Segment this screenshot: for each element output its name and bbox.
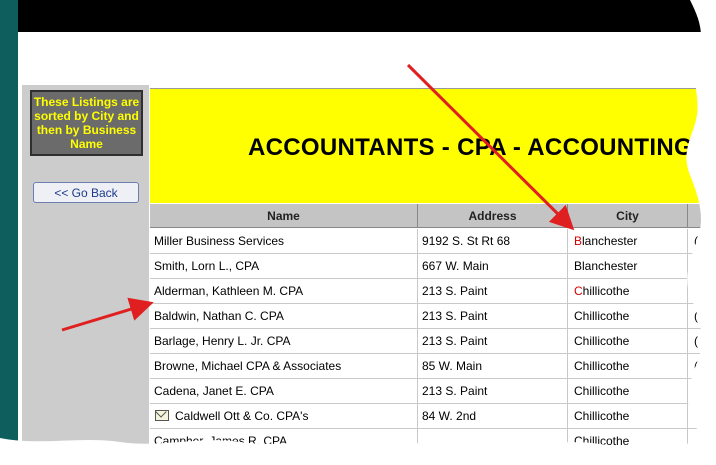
page-title: ACCOUNTANTS - CPA - ACCOUNTING	[248, 134, 693, 161]
phone-cell: (	[694, 309, 698, 323]
city-text: Chillicothe	[574, 409, 630, 423]
city-text: lanchester	[582, 234, 638, 248]
table-row[interactable]: Smith, Lorn L., CPA 667 W. Main Blancheste…	[150, 254, 716, 279]
city-cell: Chillicothe	[568, 354, 688, 378]
city-text: Chillicothe	[574, 384, 630, 398]
phone-cell: (7	[694, 284, 705, 298]
table-row[interactable]: Campher, James R. CPA Chillicothe	[150, 429, 716, 454]
phone-cell: (9	[694, 259, 705, 273]
phone-cell: (	[694, 359, 698, 373]
business-name-text: Caldwell Ott & Co. CPA's	[175, 409, 309, 423]
city-cell: Chillicothe	[568, 329, 688, 353]
city-cell: Blanchester	[568, 254, 688, 278]
city-text: Chillicothe	[574, 309, 630, 323]
business-name-text: Alderman, Kathleen M. CPA	[154, 284, 304, 298]
phone-cell	[688, 429, 716, 453]
business-name-cell[interactable]: Campher, James R. CPA	[150, 429, 418, 453]
address-cell: 85 W. Main	[418, 354, 568, 378]
envelope-icon[interactable]	[155, 410, 169, 421]
table-row[interactable]: Miller Business Services 9192 S. St Rt 68…	[150, 229, 716, 254]
city-initial-highlight: C	[574, 284, 583, 298]
city-text: hillicothe	[582, 284, 630, 298]
city-text: Chillicothe	[574, 434, 630, 448]
top-bar	[0, 0, 716, 32]
city-cell: Chillicothe	[568, 429, 688, 453]
city-text: Chillicothe	[574, 334, 630, 348]
business-name-text: Cadena, Janet E. CPA	[154, 384, 274, 398]
city-text: Blanchester	[574, 259, 638, 273]
business-name-cell[interactable]: Baldwin, Nathan C. CPA	[150, 304, 418, 328]
category-banner: ACCOUNTANTS - CPA - ACCOUNTING	[150, 88, 716, 203]
business-name-cell[interactable]: Smith, Lorn L., CPA	[150, 254, 418, 278]
city-cell: Chillicothe	[568, 304, 688, 328]
table-row[interactable]: Cadena, Janet E. CPA 213 S. Paint Chillico…	[150, 379, 716, 404]
phone-cell: (	[694, 409, 698, 423]
column-header-city[interactable]: City	[568, 204, 688, 228]
table-row[interactable]: Barlage, Henry L. Jr. CPA 213 S. Paint Chi…	[150, 329, 716, 354]
business-name-text: Baldwin, Nathan C. CPA	[154, 309, 284, 323]
business-name-cell[interactable]: Alderman, Kathleen M. CPA	[150, 279, 418, 303]
page: These Listings are sorted by City and th…	[0, 0, 716, 465]
address-cell	[418, 429, 568, 453]
city-initial-highlight: B	[574, 234, 583, 248]
address-cell: 213 S. Paint	[418, 379, 568, 403]
business-name-cell[interactable]: Miller Business Services	[150, 229, 418, 253]
city-text: Chillicothe	[574, 359, 630, 373]
table-row[interactable]: Caldwell Ott & Co. CPA's 84 W. 2nd Chillic…	[150, 404, 716, 429]
column-header-name[interactable]: Name	[150, 204, 418, 228]
business-name-text: Browne, Michael CPA & Associates	[154, 359, 342, 373]
address-cell: 9192 S. St Rt 68	[418, 229, 568, 253]
address-cell: 213 S. Paint	[418, 279, 568, 303]
phone-cell: (	[694, 334, 698, 348]
business-name-text: Campher, James R. CPA	[154, 434, 288, 448]
business-name-cell[interactable]: Browne, Michael CPA & Associates	[150, 354, 418, 378]
business-name-cell[interactable]: Cadena, Janet E. CPA	[150, 379, 418, 403]
column-header-address[interactable]: Address	[418, 204, 568, 228]
address-cell: 213 S. Paint	[418, 304, 568, 328]
table-row[interactable]: Baldwin, Nathan C. CPA 213 S. Paint Chilli…	[150, 304, 716, 329]
go-back-button[interactable]: << Go Back	[33, 182, 139, 203]
city-cell: Blanchester	[568, 229, 688, 253]
table-row[interactable]: Browne, Michael CPA & Associates 85 W. Ma…	[150, 354, 716, 379]
city-cell: Chillicothe	[568, 379, 688, 403]
column-header-phone	[688, 204, 716, 228]
business-name-text: Smith, Lorn L., CPA	[154, 259, 260, 273]
business-name-text: Miller Business Services	[154, 234, 285, 248]
left-window-strip	[0, 0, 18, 465]
table-row[interactable]: Alderman, Kathleen M. CPA 213 S. Paint Chi…	[150, 279, 716, 304]
business-name-cell[interactable]: Caldwell Ott & Co. CPA's	[150, 404, 418, 428]
sort-note-box: These Listings are sorted by City and th…	[30, 90, 143, 156]
city-cell: Chillicothe	[568, 279, 688, 303]
business-name-cell[interactable]: Barlage, Henry L. Jr. CPA	[150, 329, 418, 353]
city-cell: Chillicothe	[568, 404, 688, 428]
address-cell: 84 W. 2nd	[418, 404, 568, 428]
phone-cell: (	[694, 384, 698, 398]
business-name-text: Barlage, Henry L. Jr. CPA	[154, 334, 291, 348]
phone-cell: (	[694, 234, 698, 248]
address-cell: 667 W. Main	[418, 254, 568, 278]
address-cell: 213 S. Paint	[418, 329, 568, 353]
